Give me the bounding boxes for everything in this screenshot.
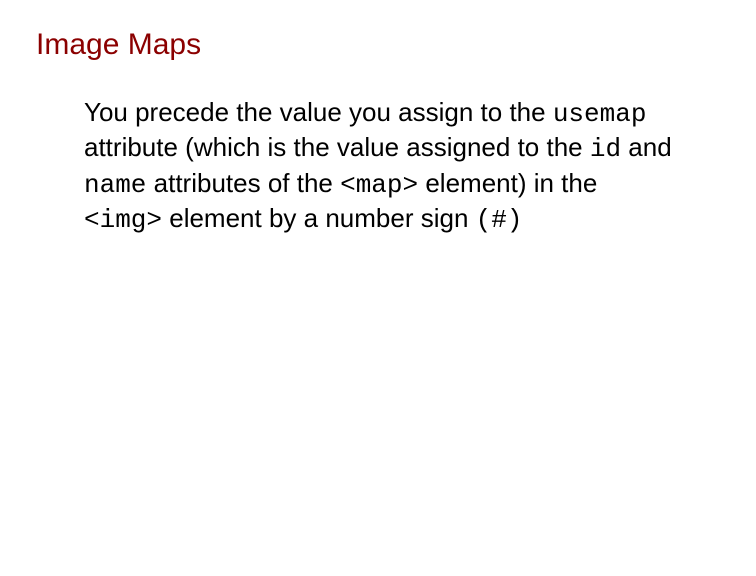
code-usemap: usemap: [553, 99, 647, 129]
text-segment: element by a number sign: [162, 203, 476, 233]
code-img: <img>: [84, 205, 162, 235]
slide: Image Maps You precede the value you ass…: [0, 0, 756, 265]
code-name: name: [84, 170, 146, 200]
text-segment: attribute (which is the value assigned t…: [84, 132, 590, 162]
code-hash: (#): [476, 205, 523, 235]
slide-heading: Image Maps: [36, 28, 720, 62]
text-segment: and: [621, 132, 672, 162]
text-segment: attributes of the: [146, 168, 340, 198]
text-segment: element) in the: [418, 168, 597, 198]
code-id: id: [590, 134, 621, 164]
text-segment: You precede the value you assign to the: [84, 97, 553, 127]
code-map: <map>: [340, 170, 418, 200]
slide-body: You precede the value you assign to the …: [84, 96, 680, 237]
